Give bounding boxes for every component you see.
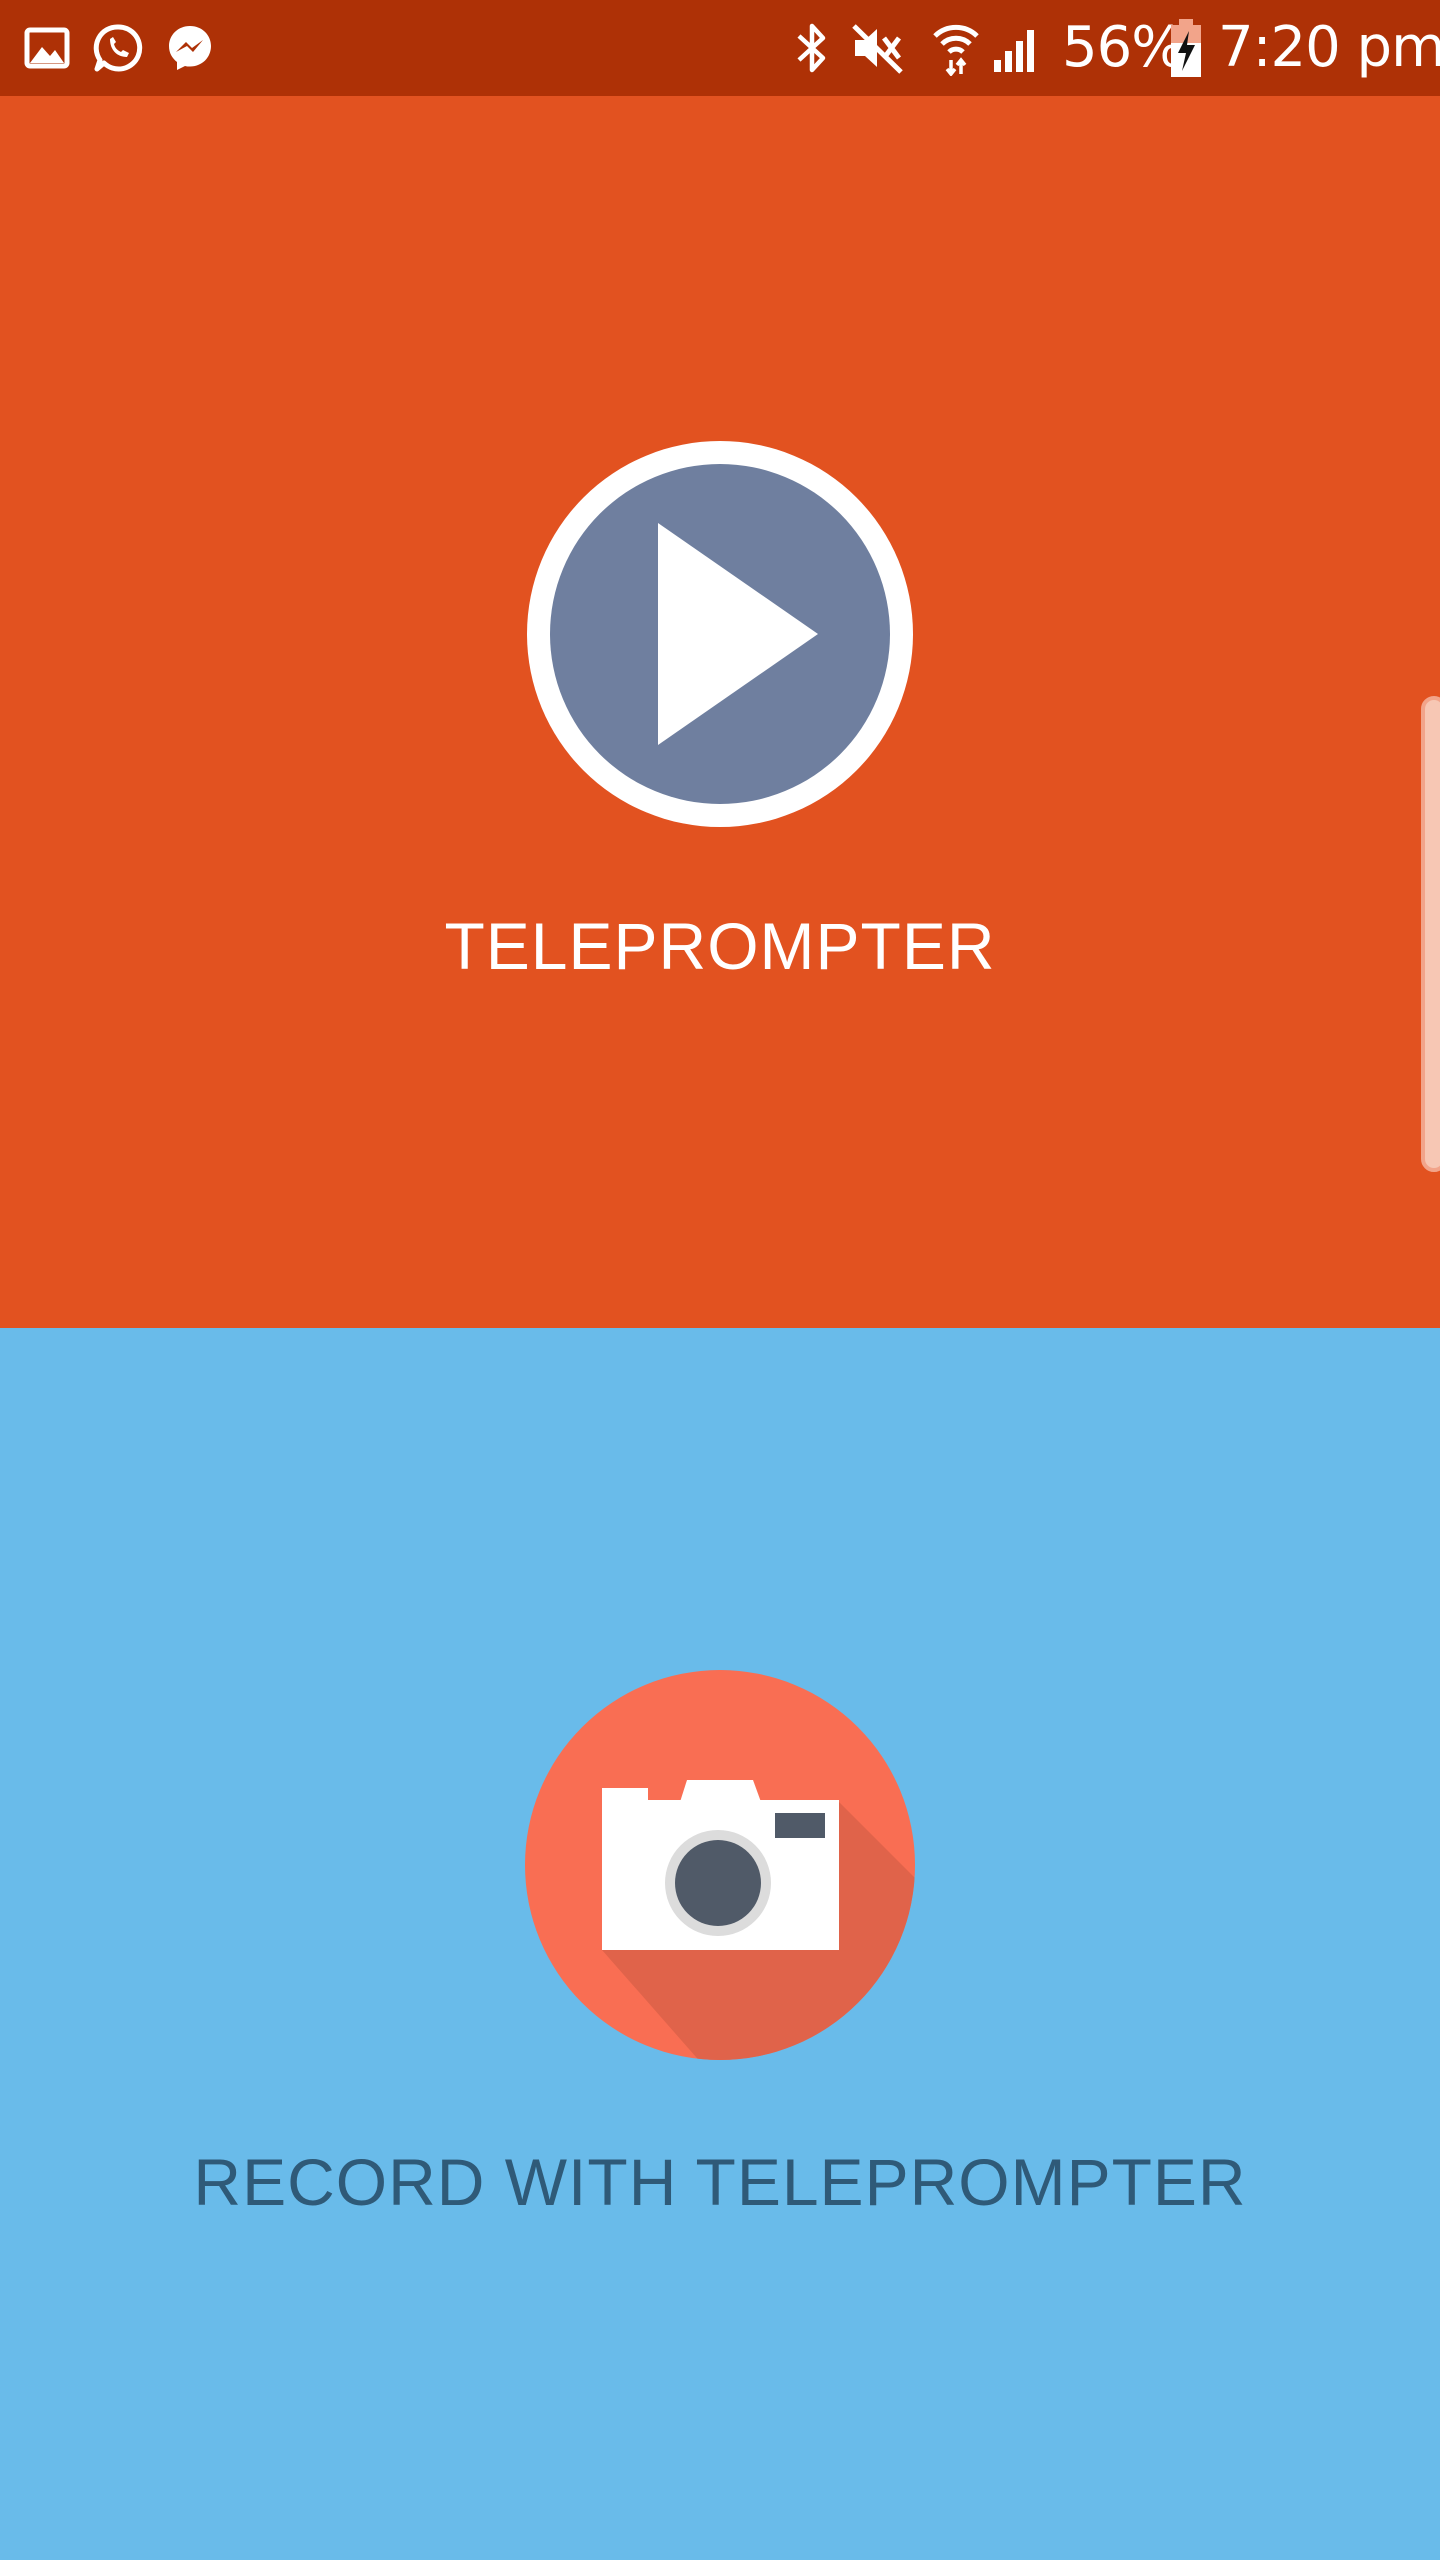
edge-panel-handle[interactable] (1421, 696, 1440, 1172)
gallery-icon (22, 0, 72, 96)
signal-icon (990, 0, 1042, 96)
record-panel[interactable]: RECORD WITH TELEPROMPTER (0, 1328, 1440, 2560)
battery-charging-icon (1166, 0, 1206, 96)
status-bar: 56% 7:20 pm (0, 0, 1440, 96)
play-icon (527, 441, 913, 827)
teleprompter-panel[interactable]: TELEPROMPTER (0, 96, 1440, 1328)
record-label: RECORD WITH TELEPROMPTER (193, 2145, 1247, 2219)
clock: 7:20 pm (1218, 15, 1440, 80)
wifi-icon (930, 0, 982, 96)
whatsapp-icon (90, 0, 146, 96)
teleprompter-label: TELEPROMPTER (444, 909, 996, 983)
mute-icon (848, 0, 908, 96)
camera-icon (525, 1670, 915, 2060)
record-button[interactable] (525, 1670, 915, 2060)
bluetooth-icon (792, 0, 832, 96)
messenger-icon (162, 0, 218, 96)
teleprompter-button[interactable] (525, 439, 915, 829)
